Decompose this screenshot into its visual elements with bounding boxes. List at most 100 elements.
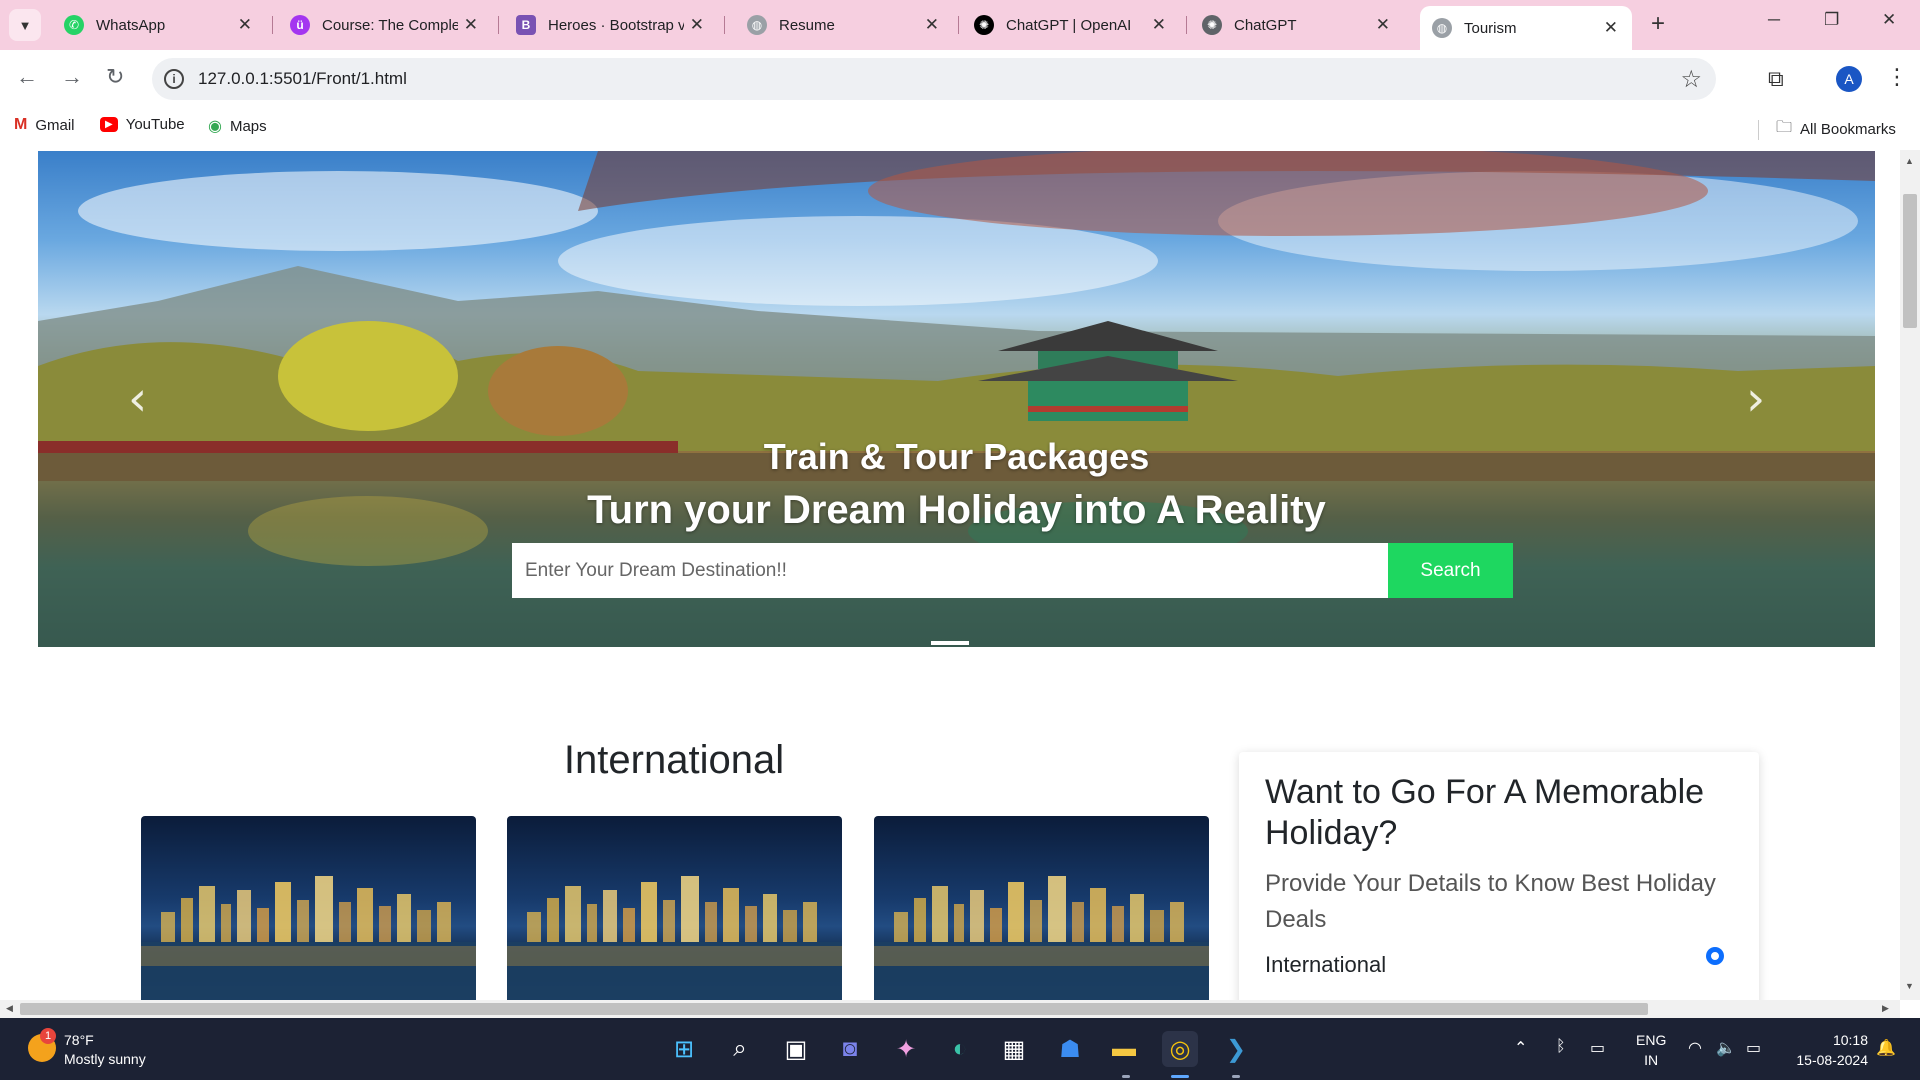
reload-button[interactable]: ↻	[106, 64, 124, 90]
scroll-right-arrow-icon[interactable]: ▶	[1882, 1003, 1889, 1014]
all-bookmarks[interactable]: 🗀 All Bookmarks	[1776, 116, 1896, 143]
running-indicator	[1122, 1075, 1130, 1078]
restore-button[interactable]: ❐	[1824, 10, 1839, 30]
person-icon: ☗	[1059, 1035, 1081, 1063]
hero-title: Turn your Dream Holiday into A Reality	[587, 488, 1326, 532]
tab-title: Course: The Complet	[322, 16, 458, 34]
menu-icon[interactable]: ⋮	[1886, 64, 1908, 90]
udemy-icon: ü	[290, 15, 310, 35]
page-viewport: ‹ › Train & Tour Packages Turn your Drea…	[0, 150, 1900, 1000]
search-button[interactable]: Search	[1388, 543, 1513, 598]
browser-toolbar: ← → ↻ i 127.0.0.1:5501/Front/1.html ☆ ⧉ …	[0, 50, 1920, 108]
taskbar-search-button[interactable]: ⌕	[722, 1031, 758, 1067]
language-region: IN	[1644, 1052, 1659, 1068]
close-icon: ✕	[1882, 10, 1897, 29]
wifi-icon[interactable]: ◠	[1688, 1038, 1702, 1058]
bookmark-star-icon[interactable]: ☆	[1680, 65, 1702, 94]
url-text[interactable]: 127.0.0.1:5501/Front/1.html	[198, 69, 407, 89]
chrome-button[interactable]: ◎	[1162, 1031, 1198, 1067]
forward-button[interactable]: →	[61, 64, 83, 90]
tab-separator	[1186, 16, 1187, 34]
city-skyline-image	[141, 876, 476, 1000]
clock-time: 10:18	[1832, 1032, 1868, 1048]
close-icon[interactable]: ✕	[690, 15, 704, 35]
store-button[interactable]: ▦	[996, 1031, 1032, 1067]
tab-tourism[interactable]: ◍ Tourism ✕	[1420, 6, 1632, 50]
site-info-icon[interactable]: i	[164, 69, 184, 89]
bookmark-maps[interactable]: ◉ Maps	[208, 116, 267, 136]
language-indicator[interactable]: ENG IN	[1636, 1030, 1666, 1070]
tab-course[interactable]: ü Course: The Complet ✕	[278, 8, 492, 42]
battery-icon[interactable]: ▭	[1746, 1038, 1761, 1058]
tab-resume[interactable]: ◍ Resume ✕	[735, 8, 953, 42]
tab-whatsapp[interactable]: ✆ WhatsApp ✕	[52, 8, 266, 42]
weather-badge: 1	[40, 1028, 56, 1044]
scroll-up-arrow-icon[interactable]: ▲	[1905, 156, 1914, 166]
tab-separator	[498, 16, 499, 34]
bookmark-youtube[interactable]: ▶ YouTube	[100, 116, 185, 133]
close-window-button[interactable]: ✕	[1882, 10, 1896, 30]
carousel-prev-button[interactable]: ‹	[128, 371, 147, 427]
bluetooth-icon[interactable]: ᛒ	[1556, 1038, 1566, 1056]
holiday-enquiry-card: Want to Go For A Memorable Holiday? Prov…	[1239, 752, 1759, 1000]
carousel-next-button[interactable]: ›	[1746, 371, 1765, 427]
destination-search-input[interactable]	[512, 543, 1388, 598]
tab-separator	[272, 16, 273, 34]
city-skyline-image	[874, 876, 1209, 1000]
start-button[interactable]: ⊞	[666, 1031, 702, 1067]
edge-button[interactable]: ◐	[942, 1031, 978, 1067]
close-icon[interactable]: ✕	[925, 15, 939, 35]
teams-chat-button[interactable]: ◙	[832, 1031, 868, 1067]
bookmark-gmail[interactable]: M Gmail	[14, 116, 75, 134]
restore-icon: ❐	[1824, 10, 1840, 29]
file-explorer-button[interactable]: ▬	[1106, 1031, 1142, 1067]
close-icon[interactable]: ✕	[1604, 18, 1618, 38]
bookmark-label: Maps	[229, 117, 267, 135]
tab-chatgpt-openai[interactable]: ✺ ChatGPT | OpenAI ✕	[962, 8, 1180, 42]
vscode-button[interactable]: ❯	[1218, 1031, 1254, 1067]
onedrive-button[interactable]: ☗	[1052, 1031, 1088, 1067]
globe-icon: ◍	[1432, 18, 1452, 38]
vertical-scrollbar[interactable]: ▲ ▼	[1900, 150, 1920, 1000]
close-icon[interactable]: ✕	[464, 15, 478, 35]
tab-title: Heroes · Bootstrap v5	[548, 16, 684, 34]
new-tab-button[interactable]: +	[1651, 12, 1665, 36]
profile-avatar[interactable]: A	[1836, 66, 1862, 92]
display-icon[interactable]: ▭	[1590, 1038, 1605, 1058]
extensions-icon[interactable]: ⧉	[1768, 66, 1784, 92]
active-app-indicator	[1171, 1075, 1189, 1078]
copilot-button[interactable]: ✦	[888, 1031, 924, 1067]
weather-temperature[interactable]: 78°F	[64, 1032, 94, 1048]
maps-pin-icon: ◉	[208, 118, 222, 135]
scroll-left-arrow-icon[interactable]: ◀	[6, 1003, 13, 1014]
destination-card-image[interactable]	[874, 816, 1209, 1000]
close-icon[interactable]: ✕	[1152, 15, 1166, 35]
vertical-scroll-thumb[interactable]	[1903, 194, 1917, 328]
show-hidden-icons-button[interactable]: ⌃	[1514, 1038, 1527, 1058]
task-view-button[interactable]: ▣	[778, 1031, 814, 1067]
gmail-icon: M	[14, 116, 28, 133]
horizontal-scrollbar[interactable]: ◀ ▶	[0, 1000, 1900, 1018]
option-international-label: International	[1265, 952, 1387, 977]
chat-icon: ◙	[842, 1035, 858, 1062]
scroll-down-arrow-icon[interactable]: ▼	[1905, 981, 1914, 991]
close-icon[interactable]: ✕	[1376, 15, 1390, 35]
arrow-right-icon: →	[61, 64, 83, 89]
minimize-button[interactable]: ─	[1768, 10, 1780, 30]
close-icon[interactable]: ✕	[238, 15, 252, 35]
back-button[interactable]: ←	[16, 64, 38, 90]
weather-description[interactable]: Mostly sunny	[64, 1051, 146, 1067]
tab-bootstrap[interactable]: B Heroes · Bootstrap v5 ✕	[504, 8, 718, 42]
option-radio-selected[interactable]	[1707, 948, 1723, 964]
tab-chatgpt[interactable]: ✺ ChatGPT ✕	[1190, 8, 1404, 42]
notification-bell-icon[interactable]: 🔔	[1876, 1038, 1896, 1058]
address-bar[interactable]: i 127.0.0.1:5501/Front/1.html ☆	[152, 58, 1716, 100]
volume-icon[interactable]: 🔈	[1716, 1038, 1736, 1058]
tab-search-button[interactable]: ▼	[9, 9, 41, 41]
destination-card-image[interactable]	[141, 816, 476, 1000]
carousel-indicator-active[interactable]	[931, 641, 969, 645]
horizontal-scroll-thumb[interactable]	[20, 1003, 1648, 1015]
destination-card-image[interactable]	[507, 816, 842, 1000]
windows-logo-icon: ⊞	[673, 1035, 695, 1063]
clock[interactable]: 10:18 15-08-2024	[1790, 1030, 1868, 1070]
